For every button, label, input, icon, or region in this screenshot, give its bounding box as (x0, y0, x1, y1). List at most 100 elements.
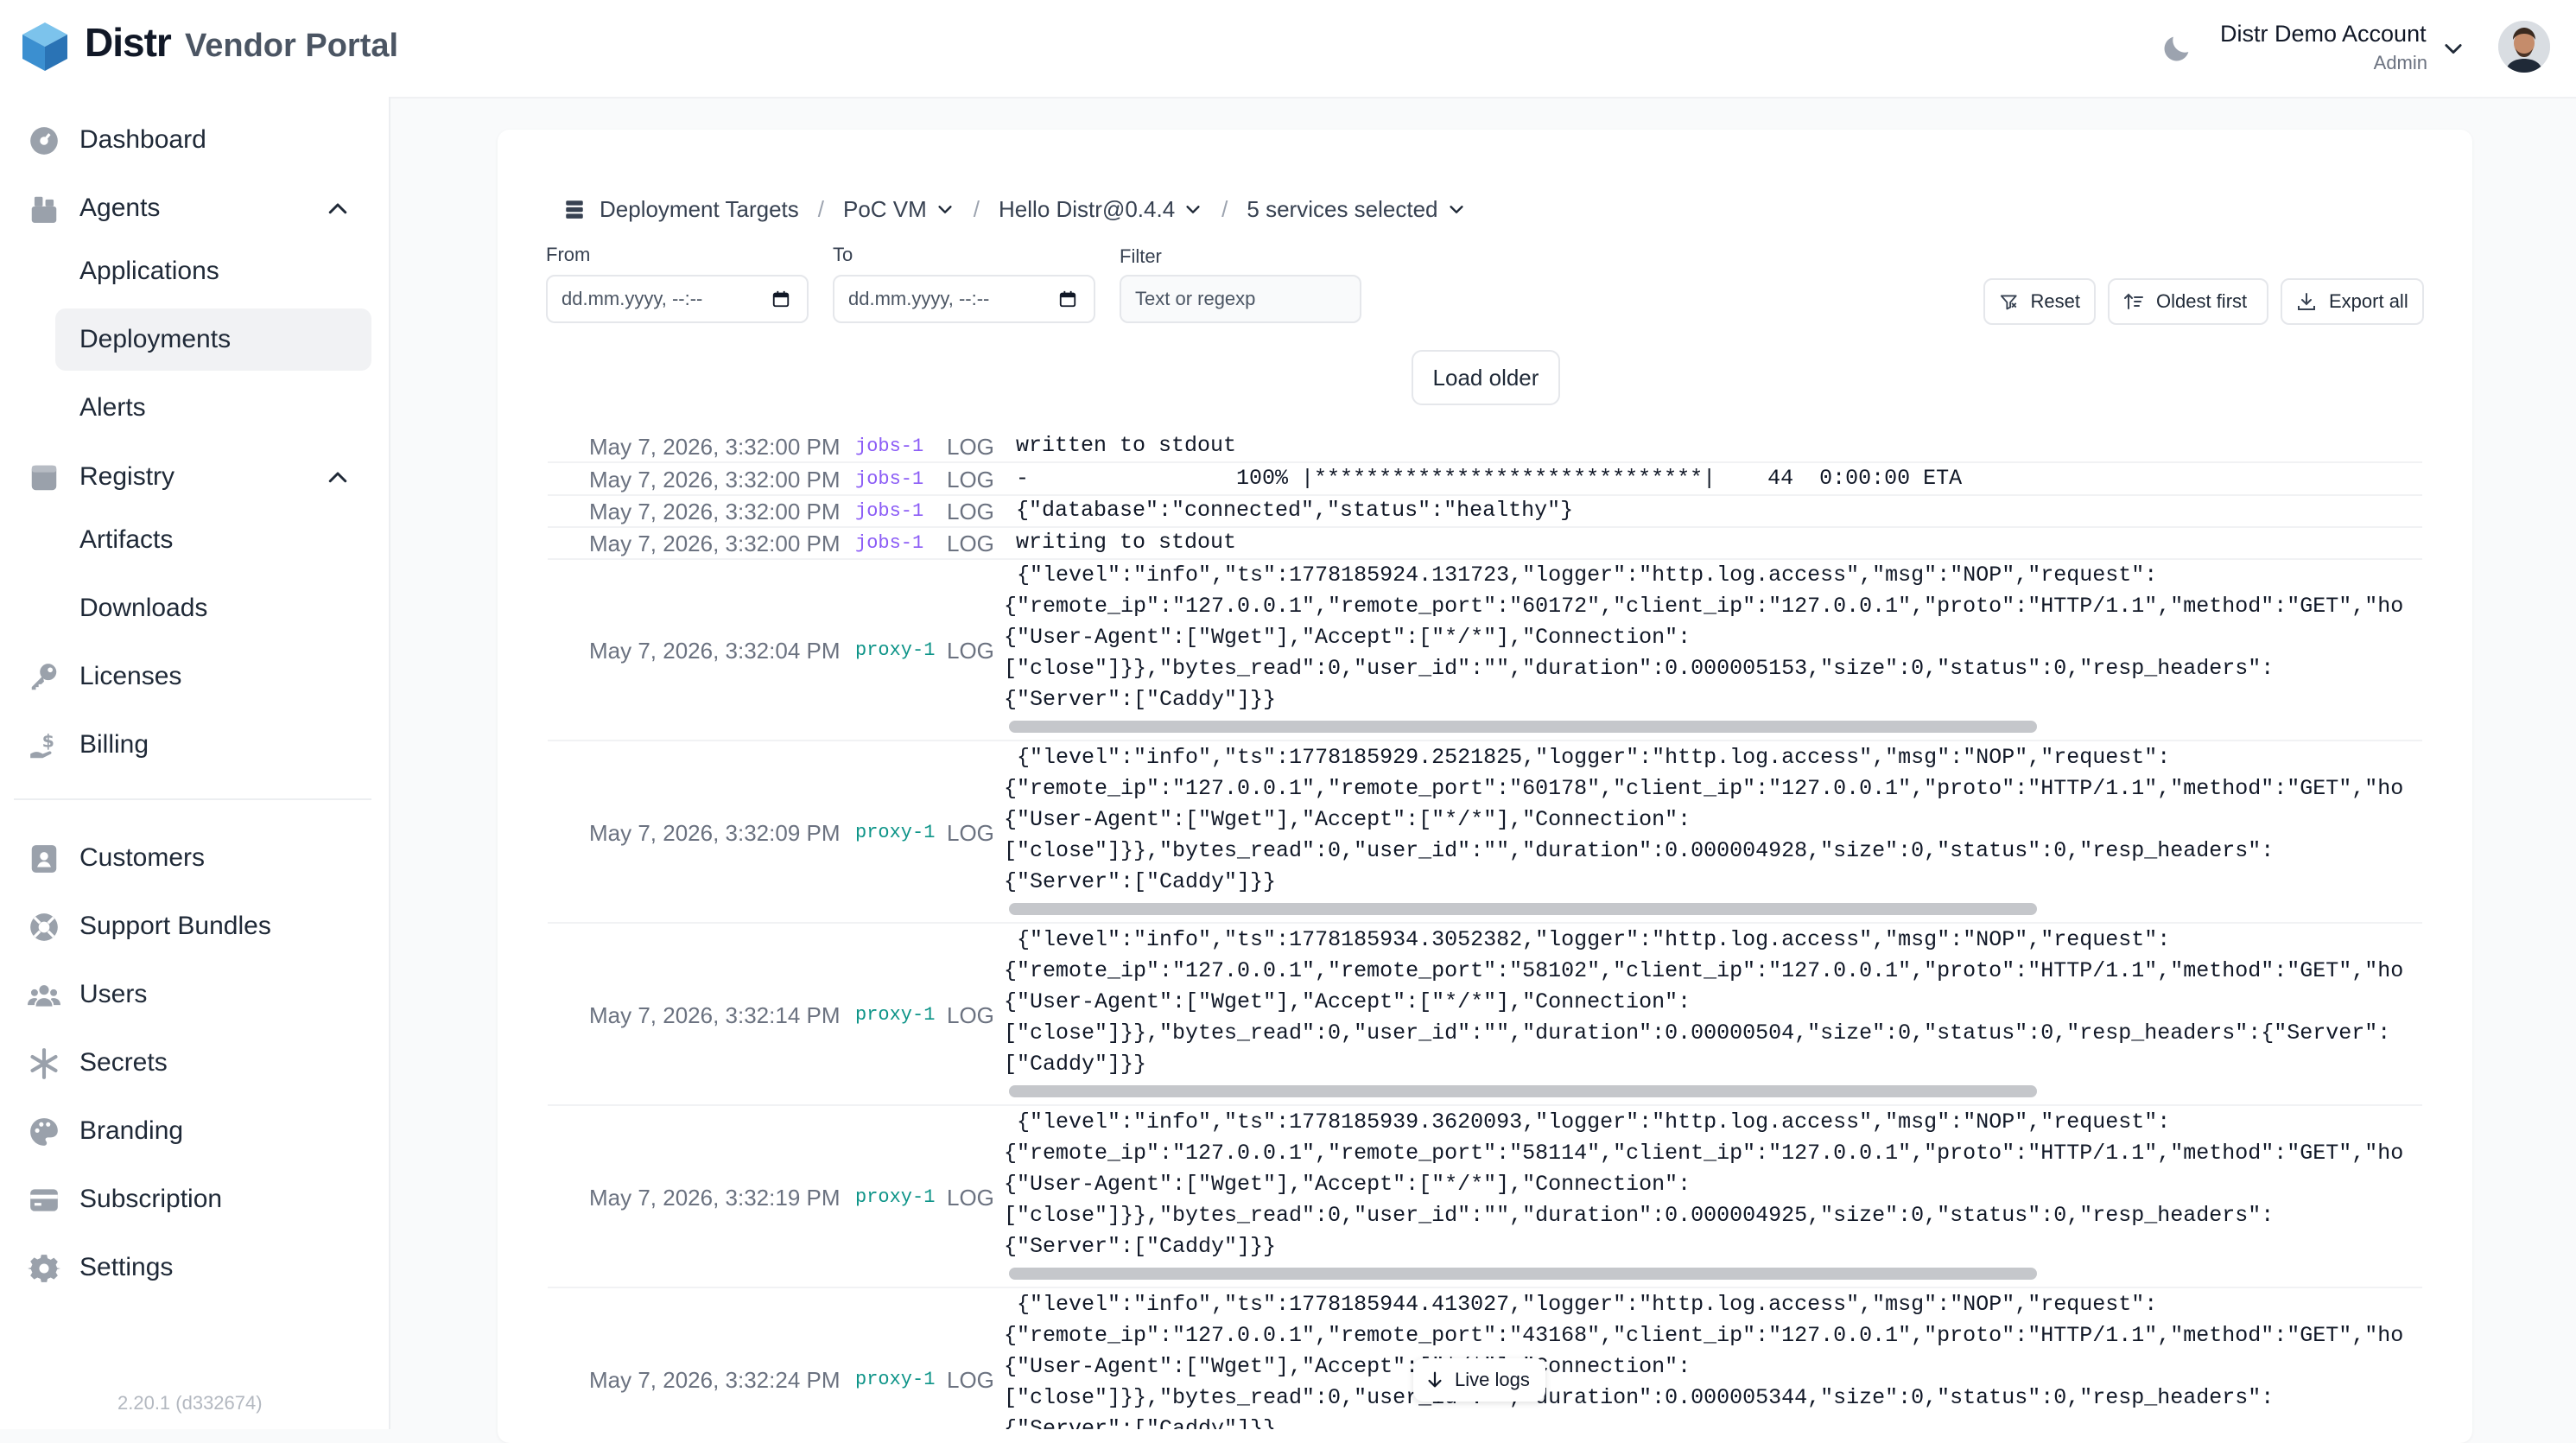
log-level: LOG (947, 820, 994, 846)
filter-label: Filter (1120, 245, 1162, 267)
export-all-button[interactable]: Export all (2281, 278, 2424, 325)
lifebuoy-icon (30, 913, 58, 941)
users-icon (28, 985, 60, 1007)
to-datetime-input[interactable] (833, 275, 1095, 323)
sidebar-item-label: Users (79, 980, 148, 1008)
log-timestamp: May 7, 2026, 3:32:00 PM (589, 467, 841, 493)
sidebar-item-agents[interactable]: Agents (14, 177, 371, 239)
registry-icon (31, 465, 57, 491)
log-message: {"level":"info","ts":1778185934.3052382,… (1004, 927, 2404, 1077)
sidebar-item-label: Dashboard (79, 125, 206, 154)
log-message: {"level":"info","ts":1778185924.131723,"… (1004, 563, 2404, 712)
log-service: proxy-1 (855, 1186, 936, 1208)
chevron-up-icon[interactable] (325, 196, 351, 222)
sidebar-item-settings[interactable]: Settings (14, 1236, 371, 1299)
sidebar-item-label: Customers (79, 843, 206, 872)
sidebar-item-label: Applications (79, 257, 219, 285)
log-message: writing to stdout (1016, 530, 1237, 555)
moon-icon[interactable] (2160, 31, 2194, 66)
log-level: LOG (947, 467, 994, 493)
sidebar-item-deployments[interactable]: Deployments (55, 308, 371, 371)
chevron-up-icon[interactable] (325, 465, 351, 491)
log-service: proxy-1 (855, 1004, 936, 1026)
log-row: May 7, 2026, 3:32:04 PM proxy-1 LOG {"le… (548, 560, 2422, 741)
filter-reset-icon (2000, 295, 2017, 310)
reset-button[interactable]: Reset (1983, 278, 2096, 325)
sidebar-item-users[interactable]: Users (14, 963, 371, 1026)
sidebar-item-downloads[interactable]: Downloads (14, 577, 371, 639)
sidebar-item-label: Registry (79, 462, 175, 491)
log-row: May 7, 2026, 3:32:19 PM proxy-1 LOG {"le… (548, 1107, 2422, 1288)
calendar-icon[interactable] (1058, 289, 1077, 308)
chevron-down-icon[interactable] (1447, 200, 1466, 219)
brand-name[interactable]: Distr (85, 19, 172, 66)
filter-input[interactable] (1120, 275, 1361, 323)
sidebar-item-subscription[interactable]: Subscription (14, 1168, 371, 1230)
breadcrumb: Deployment Targets / PoC VM / Hello Dist… (563, 192, 1466, 226)
breadcrumb-separator: / (817, 195, 824, 222)
log-message: - 100% |******************************| … (1016, 466, 1963, 491)
sidebar-item-applications[interactable]: Applications (14, 240, 371, 302)
sidebar-item-registry[interactable]: Registry (14, 446, 371, 508)
horizontal-scrollbar[interactable] (1009, 1268, 2037, 1280)
sidebar-item-label: Artifacts (79, 525, 174, 554)
log-service: proxy-1 (855, 822, 936, 843)
sidebar-item-licenses[interactable]: Licenses (14, 645, 371, 708)
horizontal-scrollbar[interactable] (1009, 721, 2037, 733)
sidebar-item-billing[interactable]: $ Billing (14, 714, 371, 776)
live-logs-button[interactable]: Live logs (1413, 1358, 1545, 1402)
sidebar-item-label: Downloads (79, 594, 208, 622)
chevron-down-icon[interactable] (936, 200, 955, 219)
svg-text:$: $ (42, 731, 54, 752)
sidebar-item-label: Subscription (79, 1185, 223, 1213)
horizontal-scrollbar[interactable] (1009, 1085, 2037, 1097)
sidebar-item-label: Secrets (79, 1048, 168, 1077)
log-service: proxy-1 (855, 639, 936, 661)
sidebar-item-alerts[interactable]: Alerts (14, 377, 371, 439)
breadcrumb-services[interactable]: 5 services selected (1247, 196, 1437, 223)
sidebar-item-label: Support Bundles (79, 912, 271, 940)
top-bar: Distr Vendor Portal Distr Demo Account A… (0, 0, 2576, 99)
export-all-label: Export all (2329, 290, 2408, 312)
live-logs-label: Live logs (1455, 1369, 1530, 1390)
from-datetime-input[interactable] (546, 275, 809, 323)
breadcrumb-deployment[interactable]: Hello Distr@0.4.4 (999, 196, 1175, 223)
sidebar-divider (14, 798, 371, 800)
calendar-icon[interactable] (771, 289, 790, 308)
chevron-down-icon[interactable] (2441, 36, 2465, 60)
log-service: jobs-1 (855, 468, 924, 490)
log-level: LOG (947, 499, 994, 524)
download-icon (2298, 293, 2315, 310)
sort-order-button[interactable]: Oldest first (2108, 278, 2268, 325)
sidebar-item-artifacts[interactable]: Artifacts (14, 509, 371, 571)
key-icon (31, 664, 57, 690)
asterisk-icon (30, 1048, 58, 1079)
sidebar-item-label: Branding (79, 1116, 184, 1145)
log-level: LOG (947, 434, 994, 460)
breadcrumb-deployment-targets[interactable]: Deployment Targets (600, 196, 799, 223)
load-older-button[interactable]: Load older (1412, 350, 1560, 405)
sidebar-item-support-bundles[interactable]: Support Bundles (14, 895, 371, 957)
log-row: May 7, 2026, 3:32:00 PM jobs-1 LOG - 100… (548, 463, 2422, 496)
account-name[interactable]: Distr Demo Account (2220, 21, 2427, 48)
sidebar-item-customers[interactable]: Customers (14, 827, 371, 889)
log-message: {"level":"info","ts":1778185929.2521825,… (1004, 745, 2404, 894)
log-timestamp: May 7, 2026, 3:32:24 PM (589, 1367, 841, 1393)
log-row: May 7, 2026, 3:32:00 PM jobs-1 LOG writi… (548, 527, 2422, 560)
breadcrumb-separator: / (973, 195, 980, 222)
breadcrumb-target[interactable]: PoC VM (843, 196, 927, 223)
sidebar-item-dashboard[interactable]: Dashboard (14, 109, 371, 171)
sidebar-item-branding[interactable]: Branding (14, 1100, 371, 1162)
reset-label: Reset (2030, 290, 2080, 312)
log-level: LOG (947, 1002, 994, 1028)
to-label: To (833, 244, 853, 265)
sidebar-item-label: Licenses (79, 662, 182, 690)
log-level: LOG (947, 1185, 994, 1211)
horizontal-scrollbar[interactable] (1009, 903, 2037, 915)
chevron-down-icon[interactable] (1183, 200, 1202, 219)
log-message: {"database":"connected","status":"health… (1016, 498, 1574, 523)
log-message: written to stdout (1016, 433, 1237, 458)
avatar[interactable] (2498, 21, 2550, 73)
database-icon (566, 200, 583, 219)
sidebar-item-secrets[interactable]: Secrets (14, 1032, 371, 1094)
